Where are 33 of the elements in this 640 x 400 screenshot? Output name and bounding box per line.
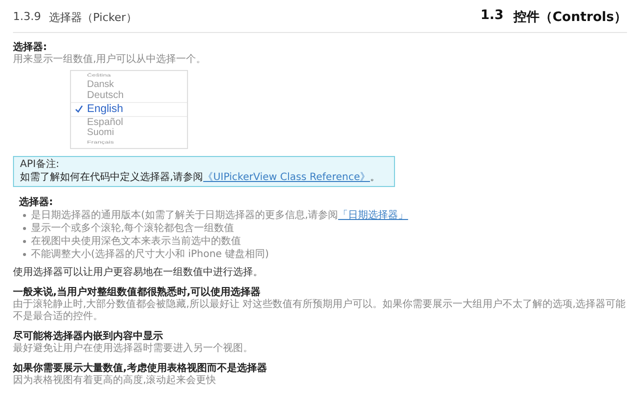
description: 用来显示一组数值,用户可以从中选择一个。 (13, 54, 208, 66)
note-text: 如需了解如何在代码中定义选择器,请参阅 (20, 172, 204, 184)
chapter-number: 1.3 (480, 8, 504, 25)
note-punctuation: 。 (370, 172, 380, 184)
guideline-title: 一般来说,当用户对整组数值都很熟悉时,可以使用选择器 (13, 285, 262, 298)
bullet-icon (23, 240, 26, 244)
chapter-title: 控件（Controls） (514, 9, 627, 26)
checkmark-icon (75, 105, 83, 114)
note-title: API备注: (20, 159, 60, 172)
heading: 选择器: (18, 196, 54, 210)
guideline-text: 由于滚轮静止时,大部分数值都会被隐藏,所以最好让 对这些数值有所预期用户可以。如果你需要展示一大组用户不太了解的选项,选择器可能不是最合适的控件。 (13, 299, 627, 324)
guideline-title: 尽可能将选择器内嵌到内容中显示 (13, 329, 164, 342)
bullet-text: 是日期选择器的通用版本(如需了解关于日期选择器的更多信息,请参阅 (31, 209, 338, 222)
heading: 选择器: (13, 40, 48, 54)
bullet-text: 在视图中央使用深色文本来表示当前选中的数值 (31, 235, 241, 248)
bullet-icon (23, 253, 26, 256)
bullet-icon (23, 214, 26, 218)
guideline-text: 因为表格视图有着更高的高度,滚动起来会更快 (13, 375, 218, 388)
bullet-text: 不能调整大小(选择器的尺寸大小和 iPhone 键盘相同) (31, 248, 269, 262)
guideline-title: 如果你需要展示大量数值,考虑使用表格视图而不是选择器 (13, 362, 268, 374)
reference-link[interactable]: 《UIPickerView Class Reference》 (203, 172, 370, 184)
picker-item[interactable]: Español (71, 116, 187, 128)
picker-item[interactable]: Deutsch (71, 90, 187, 102)
summary-text: 使用选择器可以让用户更容易地在一组数值中进行选择。 (13, 266, 264, 280)
date-picker-link[interactable]: 「日期选择器」 (338, 209, 408, 222)
picker-item[interactable]: Dansk (71, 80, 187, 90)
section-title: 选择器（Picker） (49, 10, 137, 24)
guideline-text: 最好避免让用户在使用选择器时需要进入另一个视图。 (13, 343, 254, 356)
bullet-text: 显示一个或多个滚轮,每个滚轮都包含一组数值 (31, 222, 234, 236)
bullet-icon (23, 227, 26, 230)
picker-item[interactable]: English (71, 102, 187, 117)
section-number: 1.3.9 (13, 10, 41, 24)
picker-item[interactable]: Suomi (71, 128, 187, 140)
